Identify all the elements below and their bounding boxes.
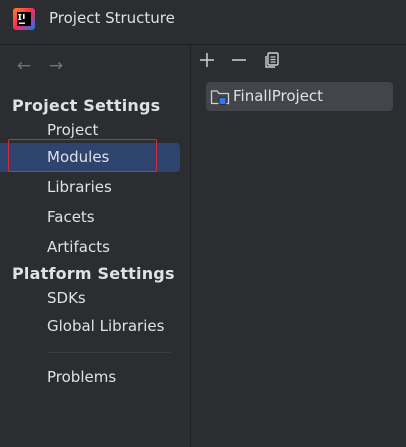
sidebar-item-label: Project <box>47 121 99 139</box>
plus-icon[interactable] <box>196 49 218 71</box>
sidebar-item-label: Global Libraries <box>47 317 165 335</box>
module-tree-item[interactable]: FinallProject <box>206 82 393 111</box>
module-folder-icon <box>210 90 230 105</box>
sidebar-separator <box>47 352 171 353</box>
platform-settings-header: Platform Settings <box>12 264 175 283</box>
sidebar-item-problems[interactable]: Problems <box>0 364 180 392</box>
sidebar-item-label: Facets <box>47 208 95 226</box>
sidebar-item-label: Problems <box>47 368 117 386</box>
arrow-left-icon[interactable]: ← <box>14 56 34 76</box>
arrow-right-icon[interactable]: → <box>46 56 66 76</box>
sidebar-divider <box>190 45 191 447</box>
sidebar-item-label: Libraries <box>47 178 112 196</box>
annotation-highlight-box <box>8 139 157 172</box>
sidebar-item-global-libraries[interactable]: Global Libraries <box>0 313 180 341</box>
sidebar-item-facets[interactable]: Facets <box>0 204 180 232</box>
copy-icon[interactable] <box>261 49 283 71</box>
project-settings-header: Project Settings <box>12 96 161 115</box>
window-title: Project Structure <box>49 9 175 27</box>
sidebar-item-label: SDKs <box>47 289 86 307</box>
minus-icon[interactable] <box>228 49 250 71</box>
sidebar-item-sdks[interactable]: SDKs <box>0 285 180 313</box>
sidebar-item-artifacts[interactable]: Artifacts <box>0 234 180 262</box>
intellij-idea-icon <box>13 8 35 30</box>
title-bar: Project Structure <box>0 0 406 37</box>
sidebar-item-libraries[interactable]: Libraries <box>0 174 180 202</box>
sidebar-item-label: Artifacts <box>47 238 110 256</box>
module-name: FinallProject <box>233 87 324 105</box>
